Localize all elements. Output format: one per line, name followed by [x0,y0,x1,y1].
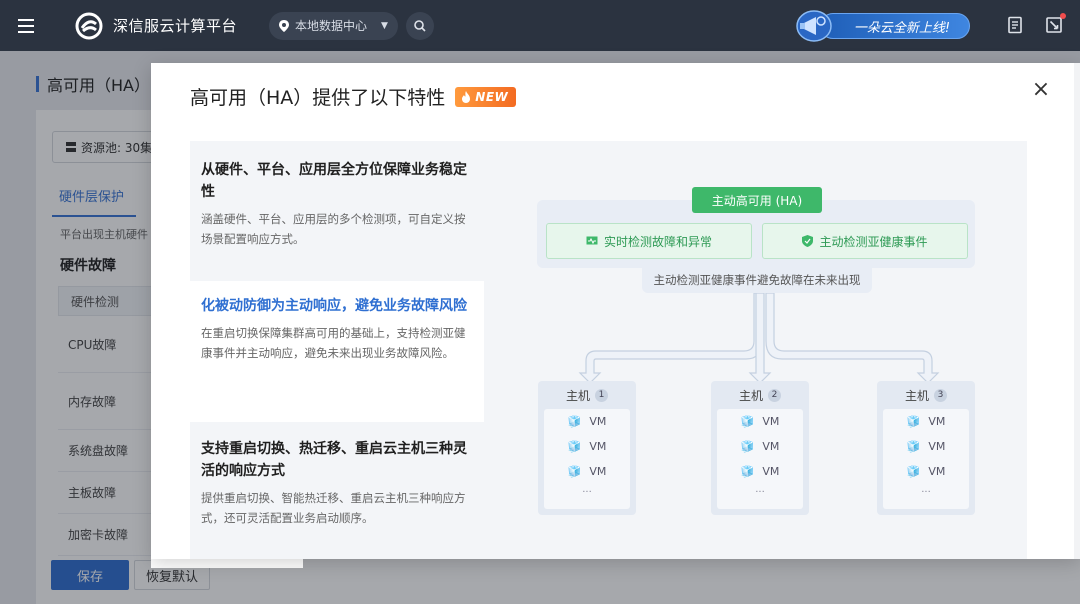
vm-item: 🧊 VM [717,434,803,459]
vm-cube-icon: 🧊 [906,415,921,428]
more-indicator: ... [921,484,931,495]
feature-desc: 提供重启切换、智能热迁移、重启云主机三种响应方式，还可灵活配置业务启动顺序。 [201,491,466,525]
vm-label: VM [589,440,607,453]
modal-scrollbar[interactable] [1074,63,1080,559]
vm-label: VM [589,415,607,428]
vm-cube-icon: 🧊 [906,465,921,478]
diagram-caption: 主动检测亚健康事件避免故障在未来出现 [642,267,872,293]
logo-icon [75,12,103,39]
vm-list: 🧊 VM 🧊 VM 🧊 VM ... [883,409,969,509]
new-badge: NEW [455,86,517,107]
location-pin-icon [279,19,290,32]
new-badge-label: NEW [475,89,509,104]
feature-illustration: 主动高可用 (HA) 实时检测故障和异常 主动检测亚健康事件 主动检测亚健康事件… [484,141,1027,559]
vm-item: 🧊 VM [544,434,630,459]
vm-cube-icon: 🧊 [567,440,582,453]
vm-label: VM [928,465,946,478]
close-icon[interactable]: × [1030,79,1052,101]
host-card: 主机 1 🧊 VM 🧊 VM 🧊 VM ... [538,381,636,515]
megaphone-icon [796,10,832,42]
host-header: 主机 1 [538,381,636,409]
host-label: 主机 [738,388,763,403]
vm-cube-icon: 🧊 [567,465,582,478]
subhealth-detection-box: 主动检测亚健康事件 [762,223,968,259]
host-number: 3 [934,388,947,402]
ha-diagram: 主动高可用 (HA) 实时检测故障和异常 主动检测亚健康事件 主动检测亚健康事件… [484,141,1027,559]
feature-item-3[interactable]: 支持重启切换、热迁移、重启云主机三种灵活的响应方式 提供重启切换、智能热迁移、重… [191,422,484,542]
host-card: 主机 2 🧊 VM 🧊 VM 🧊 VM ... [711,381,809,515]
menu-icon[interactable] [0,0,51,51]
shield-icon [802,235,814,247]
more-indicator: ... [755,484,765,495]
ha-label: 主动高可用 (HA) [692,187,822,213]
host-header: 主机 3 [877,381,975,409]
feature-item-2[interactable]: 化被动防御为主动响应，避免业务故障风险 在重启切换保障集群高可用的基础上，支持检… [191,281,484,422]
vm-item: 🧊 VM [544,409,630,434]
notification-dot [1060,13,1066,19]
host-label: 主机 [565,388,590,403]
vm-label: VM [762,465,780,478]
vm-item: 🧊 VM [883,434,969,459]
vm-item: 🧊 VM [717,459,803,484]
subhealth-detection-label: 主动检测亚健康事件 [819,234,928,249]
vm-item: 🧊 VM [883,459,969,484]
vm-label: VM [928,440,946,453]
feature-title: 化被动防御为主动响应，避免业务故障风险 [201,298,467,314]
host-number: 1 [595,388,608,402]
modal-title-text: 高可用（HA）提供了以下特性 [190,87,446,109]
vm-list: 🧊 VM 🧊 VM 🧊 VM ... [717,409,803,509]
feature-desc: 在重启切换保障集群高可用的基础上，支持检测亚健康事件并主动响应，避免未来出现业务… [201,326,466,360]
realtime-detection-box: 实时检测故障和异常 [546,223,752,259]
promo-text: 一朵云全新上线! [820,13,970,39]
host-label: 主机 [904,388,929,403]
more-indicator: ... [582,484,592,495]
host-card: 主机 3 🧊 VM 🧊 VM 🧊 VM ... [877,381,975,515]
feature-modal: 高可用（HA）提供了以下特性 NEW × 从硬件、平台、应用层全方位保障业务稳定… [151,63,1080,559]
datacenter-select[interactable]: 本地数据中心 ▼ [269,11,398,40]
vm-item: 🧊 VM [883,409,969,434]
vm-cube-icon: 🧊 [740,415,755,428]
fire-icon [462,90,471,103]
feature-title: 从硬件、平台、应用层全方位保障业务稳定性 [201,162,467,200]
vm-label: VM [762,440,780,453]
feature-item-1[interactable]: 从硬件、平台、应用层全方位保障业务稳定性 涵盖硬件、平台、应用层的多个检测项，可… [191,145,484,281]
feature-desc: 涵盖硬件、平台、应用层的多个检测项，可自定义按场景配置响应方式。 [201,212,466,246]
feature-title: 支持重启切换、热迁移、重启云主机三种灵活的响应方式 [201,441,467,479]
app-logo[interactable]: 深信服云计算平台 [75,12,237,40]
realtime-detection-label: 实时检测故障和异常 [603,234,712,249]
vm-label: VM [928,415,946,428]
vm-item: 🧊 VM [717,409,803,434]
document-icon[interactable] [1006,16,1024,34]
vm-cube-icon: 🧊 [567,415,582,428]
vm-cube-icon: 🧊 [906,440,921,453]
feature-list: 从硬件、平台、应用层全方位保障业务稳定性 涵盖硬件、平台、应用层的多个检测项，可… [191,145,484,542]
promo-banner[interactable]: 一朵云全新上线! [790,9,972,43]
vm-list: 🧊 VM 🧊 VM 🧊 VM ... [544,409,630,509]
vm-cube-icon: 🧊 [740,465,755,478]
modal-title: 高可用（HA）提供了以下特性 NEW [190,83,517,110]
chevron-down-icon: ▼ [381,20,388,31]
host-header: 主机 2 [711,381,809,409]
vm-label: VM [589,465,607,478]
notification-icon[interactable] [1045,13,1066,34]
vm-item: 🧊 VM [544,459,630,484]
vm-label: VM [762,415,780,428]
search-icon[interactable] [405,11,434,40]
host-number: 2 [768,388,781,402]
monitor-icon [586,236,598,244]
vm-cube-icon: 🧊 [740,440,755,453]
datacenter-label: 本地数据中心 [295,19,368,33]
app-name: 深信服云计算平台 [113,17,238,35]
